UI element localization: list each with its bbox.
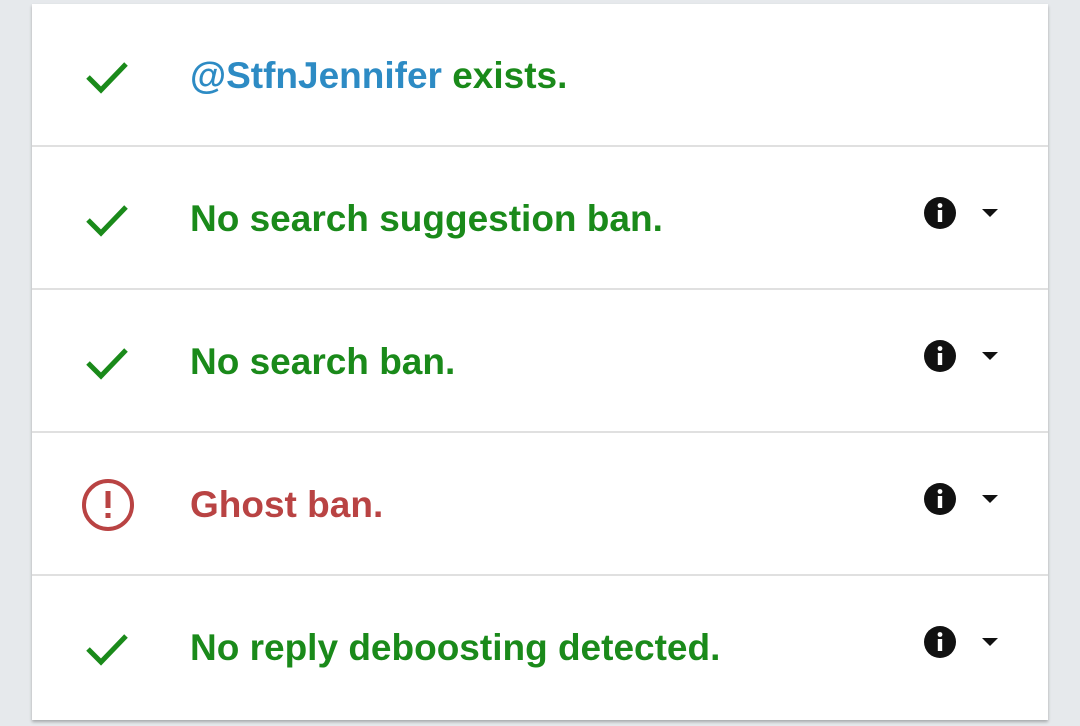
result-label: @StfnJennifer exists. (190, 54, 567, 98)
check-icon (80, 334, 136, 390)
info-icon[interactable] (922, 481, 958, 517)
result-row-search-suggestion-ban: No search suggestion ban. (32, 147, 1048, 290)
result-row-search-ban: No search ban. (32, 290, 1048, 433)
result-text: No search ban. (190, 341, 456, 382)
result-text: exists. (441, 55, 568, 96)
result-row-account-exists: @StfnJennifer exists. (32, 4, 1048, 147)
caret-down-icon[interactable] (978, 630, 1002, 654)
username-link[interactable]: @StfnJennifer (190, 55, 442, 96)
check-icon (80, 620, 136, 676)
results-card: @StfnJennifer exists. No search suggesti… (32, 4, 1048, 720)
caret-down-icon[interactable] (978, 344, 1002, 368)
alert-circle-icon (80, 477, 136, 533)
result-text: No search suggestion ban. (190, 198, 663, 239)
info-icon[interactable] (922, 338, 958, 374)
caret-down-icon[interactable] (978, 487, 1002, 511)
result-text: Ghost ban. (190, 484, 384, 525)
check-icon (80, 191, 136, 247)
result-row-ghost-ban: Ghost ban. (32, 433, 1048, 576)
result-row-reply-deboosting: No reply deboosting detected. (32, 576, 1048, 719)
caret-down-icon[interactable] (978, 201, 1002, 225)
result-text: No reply deboosting detected. (190, 627, 721, 668)
check-icon (80, 48, 136, 104)
info-icon[interactable] (922, 624, 958, 660)
info-icon[interactable] (922, 195, 958, 231)
